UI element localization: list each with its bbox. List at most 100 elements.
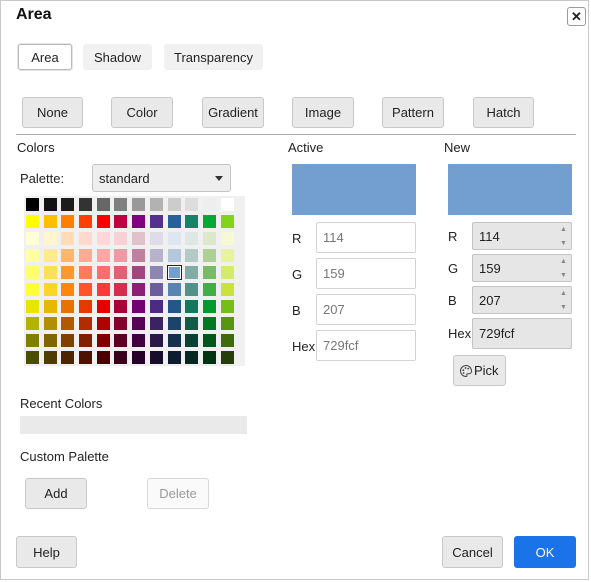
color-swatch[interactable] — [167, 215, 181, 228]
tab-area[interactable]: Area — [18, 44, 72, 70]
color-swatch[interactable] — [114, 215, 128, 228]
color-swatch[interactable] — [114, 198, 128, 211]
color-swatch[interactable] — [26, 334, 39, 347]
color-swatch[interactable] — [202, 300, 216, 313]
color-swatch[interactable] — [149, 351, 163, 364]
color-swatch[interactable] — [26, 283, 39, 296]
color-swatch[interactable] — [61, 198, 75, 211]
color-swatch[interactable] — [96, 351, 110, 364]
new-b-spinbox[interactable]: 207 ▲ ▼ — [472, 286, 572, 314]
color-swatch[interactable] — [79, 198, 93, 211]
color-swatch[interactable] — [96, 215, 110, 228]
color-swatch[interactable] — [43, 266, 57, 279]
color-swatch[interactable] — [167, 249, 181, 262]
spin-arrows-icon[interactable]: ▲ ▼ — [559, 290, 568, 312]
add-color-button[interactable]: Add — [25, 478, 87, 509]
color-swatch[interactable] — [79, 334, 93, 347]
color-swatch[interactable] — [96, 266, 110, 279]
color-swatch[interactable] — [220, 351, 234, 364]
color-swatch[interactable] — [185, 351, 199, 364]
color-swatch[interactable] — [202, 283, 216, 296]
new-hex-input[interactable]: 729fcf — [472, 318, 572, 349]
color-swatch[interactable] — [220, 249, 234, 262]
spin-arrows-icon[interactable]: ▲ ▼ — [559, 226, 568, 248]
color-swatch[interactable] — [43, 198, 57, 211]
color-swatch[interactable] — [26, 317, 39, 330]
color-swatch[interactable] — [149, 249, 163, 262]
color-swatch[interactable] — [43, 249, 57, 262]
color-swatch[interactable] — [61, 249, 75, 262]
color-swatch[interactable] — [79, 351, 93, 364]
color-swatch[interactable] — [132, 283, 146, 296]
cancel-button[interactable]: Cancel — [442, 536, 503, 568]
color-swatch[interactable] — [149, 215, 163, 228]
color-swatch[interactable] — [149, 334, 163, 347]
color-swatch[interactable] — [61, 300, 75, 313]
color-swatch[interactable] — [185, 283, 199, 296]
color-swatch[interactable] — [220, 232, 234, 245]
color-swatch[interactable] — [202, 198, 216, 211]
color-swatch[interactable] — [26, 215, 39, 228]
color-swatch[interactable] — [96, 249, 110, 262]
color-swatch[interactable] — [26, 198, 39, 211]
color-swatch[interactable] — [79, 232, 93, 245]
color-swatch[interactable] — [96, 198, 110, 211]
color-swatch[interactable] — [61, 266, 75, 279]
color-swatch[interactable] — [79, 317, 93, 330]
color-swatch[interactable] — [96, 283, 110, 296]
color-swatch[interactable] — [202, 351, 216, 364]
color-swatch[interactable] — [185, 334, 199, 347]
color-swatch[interactable] — [220, 283, 234, 296]
tab-transparency[interactable]: Transparency — [164, 44, 263, 70]
color-swatch[interactable] — [167, 232, 181, 245]
color-swatch[interactable] — [114, 300, 128, 313]
color-swatch[interactable] — [149, 283, 163, 296]
color-swatch[interactable] — [167, 198, 181, 211]
color-swatch[interactable] — [132, 334, 146, 347]
fill-hatch-button[interactable]: Hatch — [473, 97, 534, 128]
color-swatch[interactable] — [26, 300, 39, 313]
color-swatch[interactable] — [132, 232, 146, 245]
color-swatch[interactable] — [167, 334, 181, 347]
color-swatch[interactable] — [79, 249, 93, 262]
new-g-spinbox[interactable]: 159 ▲ ▼ — [472, 254, 572, 282]
color-swatch[interactable] — [79, 300, 93, 313]
color-swatch[interactable] — [132, 198, 146, 211]
color-swatch[interactable] — [132, 215, 146, 228]
color-swatch[interactable] — [185, 266, 199, 279]
color-swatch[interactable] — [26, 351, 39, 364]
color-swatch[interactable] — [79, 266, 93, 279]
color-swatch[interactable] — [202, 215, 216, 228]
color-swatch[interactable] — [132, 300, 146, 313]
ok-button[interactable]: OK — [514, 536, 576, 568]
color-swatch[interactable] — [132, 351, 146, 364]
color-swatch[interactable] — [185, 198, 199, 211]
palette-select[interactable]: standard — [92, 164, 231, 192]
color-swatch[interactable] — [202, 266, 216, 279]
spin-arrows-icon[interactable]: ▲ ▼ — [559, 258, 568, 280]
color-swatch[interactable] — [79, 215, 93, 228]
fill-pattern-button[interactable]: Pattern — [382, 97, 444, 128]
color-swatch[interactable] — [79, 283, 93, 296]
color-swatch[interactable] — [149, 232, 163, 245]
fill-color-button[interactable]: Color — [111, 97, 173, 128]
color-swatch[interactable] — [114, 266, 128, 279]
delete-color-button[interactable]: Delete — [147, 478, 209, 509]
color-swatch[interactable] — [202, 317, 216, 330]
color-swatch[interactable] — [43, 215, 57, 228]
color-swatch[interactable] — [26, 232, 39, 245]
pick-button[interactable]: Pick — [453, 355, 506, 386]
fill-image-button[interactable]: Image — [292, 97, 354, 128]
color-swatch[interactable] — [132, 249, 146, 262]
color-swatch[interactable] — [96, 317, 110, 330]
color-swatch[interactable] — [43, 283, 57, 296]
help-button[interactable]: Help — [16, 536, 77, 568]
fill-gradient-button[interactable]: Gradient — [202, 97, 264, 128]
color-swatch[interactable] — [132, 317, 146, 330]
color-swatch[interactable] — [185, 249, 199, 262]
color-swatch[interactable] — [149, 300, 163, 313]
color-swatch[interactable] — [114, 283, 128, 296]
color-swatch[interactable] — [43, 300, 57, 313]
color-swatch[interactable] — [26, 249, 39, 262]
color-swatch[interactable] — [96, 232, 110, 245]
